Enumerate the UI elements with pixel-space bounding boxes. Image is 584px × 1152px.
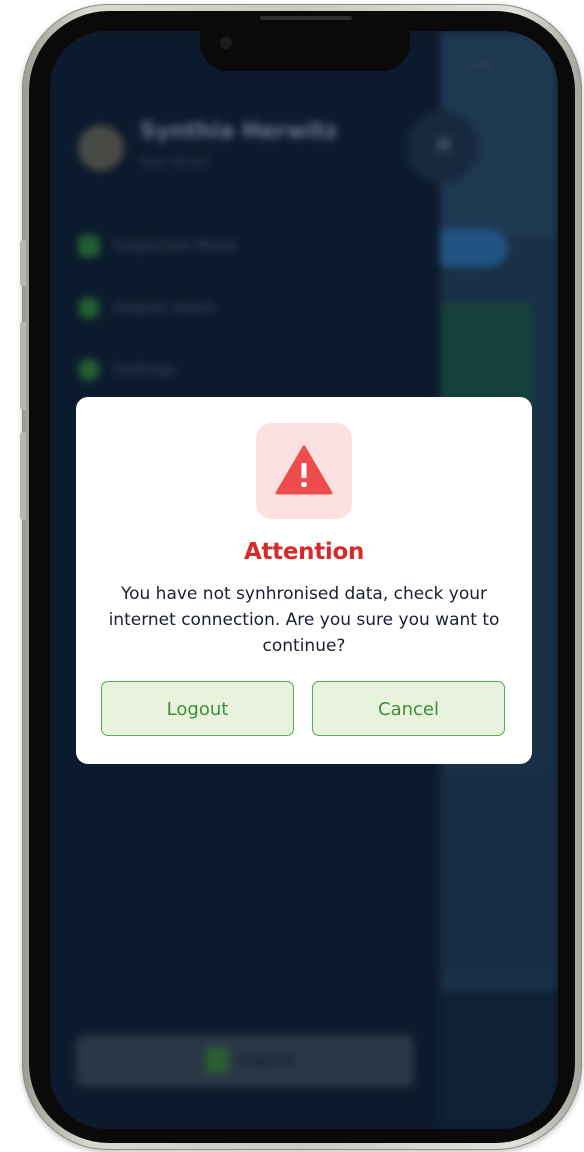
volume-up-button bbox=[20, 322, 26, 410]
logout-button[interactable]: Logout bbox=[101, 681, 294, 736]
mute-switch bbox=[20, 240, 26, 286]
camera-icon bbox=[220, 37, 232, 49]
warning-triangle-icon bbox=[275, 445, 333, 495]
cancel-button[interactable]: Cancel bbox=[312, 681, 505, 736]
warning-icon-container bbox=[256, 423, 352, 519]
notch bbox=[200, 31, 410, 71]
dialog-message: You have not synhronised data, check you… bbox=[108, 584, 500, 656]
volume-down-button bbox=[20, 432, 26, 520]
attention-dialog: Attention You have not synhronised data,… bbox=[76, 397, 532, 764]
dialog-title: Attention bbox=[243, 539, 365, 565]
speaker-grille bbox=[260, 16, 352, 20]
